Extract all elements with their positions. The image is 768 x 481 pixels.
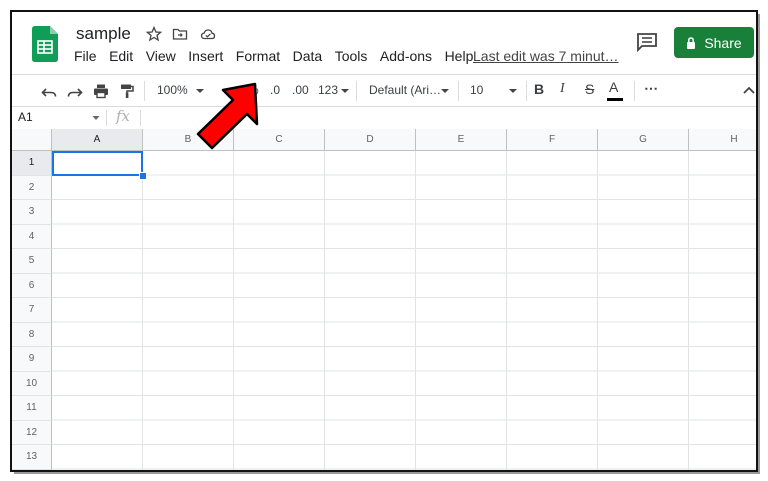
toolbar-separator	[458, 81, 459, 101]
font-size-dropdown-icon[interactable]	[504, 82, 522, 100]
row-header-10[interactable]: 10	[12, 371, 52, 396]
fx-icon: fx	[116, 107, 131, 125]
row-header-12[interactable]: 12	[12, 420, 52, 445]
lock-icon	[687, 36, 696, 49]
bold-button[interactable]: B	[534, 81, 544, 97]
share-label: Share	[704, 34, 742, 51]
row-header-11[interactable]: 11	[12, 396, 52, 421]
active-cell-a1[interactable]	[52, 151, 143, 176]
row-header-13[interactable]: 13	[12, 445, 52, 470]
menu-insert[interactable]: Insert	[188, 48, 223, 64]
move-folder-icon[interactable]	[172, 26, 188, 42]
undo-icon[interactable]	[40, 82, 58, 100]
share-button[interactable]: Share	[674, 27, 754, 58]
italic-button[interactable]: I	[560, 81, 565, 97]
increase-decimal-label: .00	[292, 83, 309, 97]
toolbar-separator	[144, 81, 145, 101]
text-color-swatch	[607, 98, 623, 101]
row-header-6[interactable]: 6	[12, 273, 52, 298]
more-options-button[interactable]: ⋯	[644, 80, 658, 97]
spreadsheet-grid: A B C D E F G H 1 2 3 4 5 6 7 8 9 10 11 …	[12, 129, 756, 470]
print-icon[interactable]	[92, 82, 110, 100]
more-formats-dropdown-icon[interactable]	[336, 82, 354, 100]
annotation-arrow-icon	[196, 82, 259, 150]
toolbar-separator	[356, 81, 357, 101]
row-header-4[interactable]: 4	[12, 224, 52, 249]
strikethrough-button[interactable]: S	[585, 81, 594, 97]
cloud-saved-icon[interactable]	[200, 26, 216, 42]
menu-tools[interactable]: Tools	[335, 48, 368, 64]
toolbar-separator	[526, 81, 527, 101]
paint-format-icon[interactable]	[118, 82, 136, 100]
select-all-corner[interactable]	[12, 129, 52, 151]
formula-separator	[140, 110, 141, 126]
column-header-f[interactable]: F	[507, 129, 598, 151]
text-color-label: A	[609, 79, 619, 95]
font-size-select[interactable]: 10	[470, 83, 483, 97]
menu-edit[interactable]: Edit	[109, 48, 133, 64]
menu-help[interactable]: Help	[445, 48, 474, 64]
text-color-button[interactable]: A	[609, 79, 618, 95]
formula-separator	[106, 110, 107, 126]
column-header-a[interactable]: A	[52, 129, 143, 151]
cell-area[interactable]	[52, 151, 756, 470]
menu-format[interactable]: Format	[236, 48, 280, 64]
row-header-8[interactable]: 8	[12, 322, 52, 347]
font-family-select[interactable]: Default (Ari…	[369, 83, 441, 97]
menu-add-ons[interactable]: Add-ons	[380, 48, 432, 64]
row-header-9[interactable]: 9	[12, 347, 52, 372]
font-dropdown-icon[interactable]	[436, 82, 454, 100]
row-header-7[interactable]: 7	[12, 298, 52, 323]
decrease-decimal-label: .0	[270, 83, 281, 97]
menu-view[interactable]: View	[146, 48, 176, 64]
row-header-1[interactable]: 1	[12, 151, 52, 176]
row-header-2[interactable]: 2	[12, 175, 52, 200]
zoom-select[interactable]: 100%	[157, 83, 188, 97]
column-header-d[interactable]: D	[325, 129, 416, 151]
star-icon[interactable]	[146, 26, 162, 42]
screenshot-frame: sample File Edit View Insert Format Data…	[10, 10, 758, 472]
toolbar: 100% % .0 .00 123 Default (Ari… 10 B I S	[12, 74, 756, 107]
menu-bar: File Edit View Insert Format Data Tools …	[74, 48, 486, 64]
row-header-5[interactable]: 5	[12, 249, 52, 274]
name-box[interactable]: A1	[18, 110, 33, 124]
comment-history-icon[interactable]	[636, 32, 658, 52]
redo-icon[interactable]	[66, 82, 84, 100]
row-header-3[interactable]: 3	[12, 200, 52, 225]
column-header-g[interactable]: G	[598, 129, 689, 151]
name-box-dropdown-icon[interactable]	[92, 114, 100, 122]
increase-decimal-button[interactable]: .00	[292, 83, 309, 97]
decrease-decimal-button[interactable]: .0	[270, 83, 280, 97]
document-title[interactable]: sample	[76, 24, 131, 44]
fill-handle[interactable]	[139, 172, 147, 180]
sheets-logo-icon[interactable]	[32, 26, 58, 62]
column-header-e[interactable]: E	[416, 129, 507, 151]
formula-bar: A1 fx	[12, 106, 756, 130]
toolbar-separator	[634, 81, 635, 101]
column-header-h[interactable]: H	[689, 129, 756, 151]
menu-file[interactable]: File	[74, 48, 97, 64]
menu-data[interactable]: Data	[293, 48, 323, 64]
last-edit-link[interactable]: Last edit was 7 minut…	[473, 48, 619, 64]
collapse-chevron-up-icon[interactable]	[740, 82, 758, 100]
